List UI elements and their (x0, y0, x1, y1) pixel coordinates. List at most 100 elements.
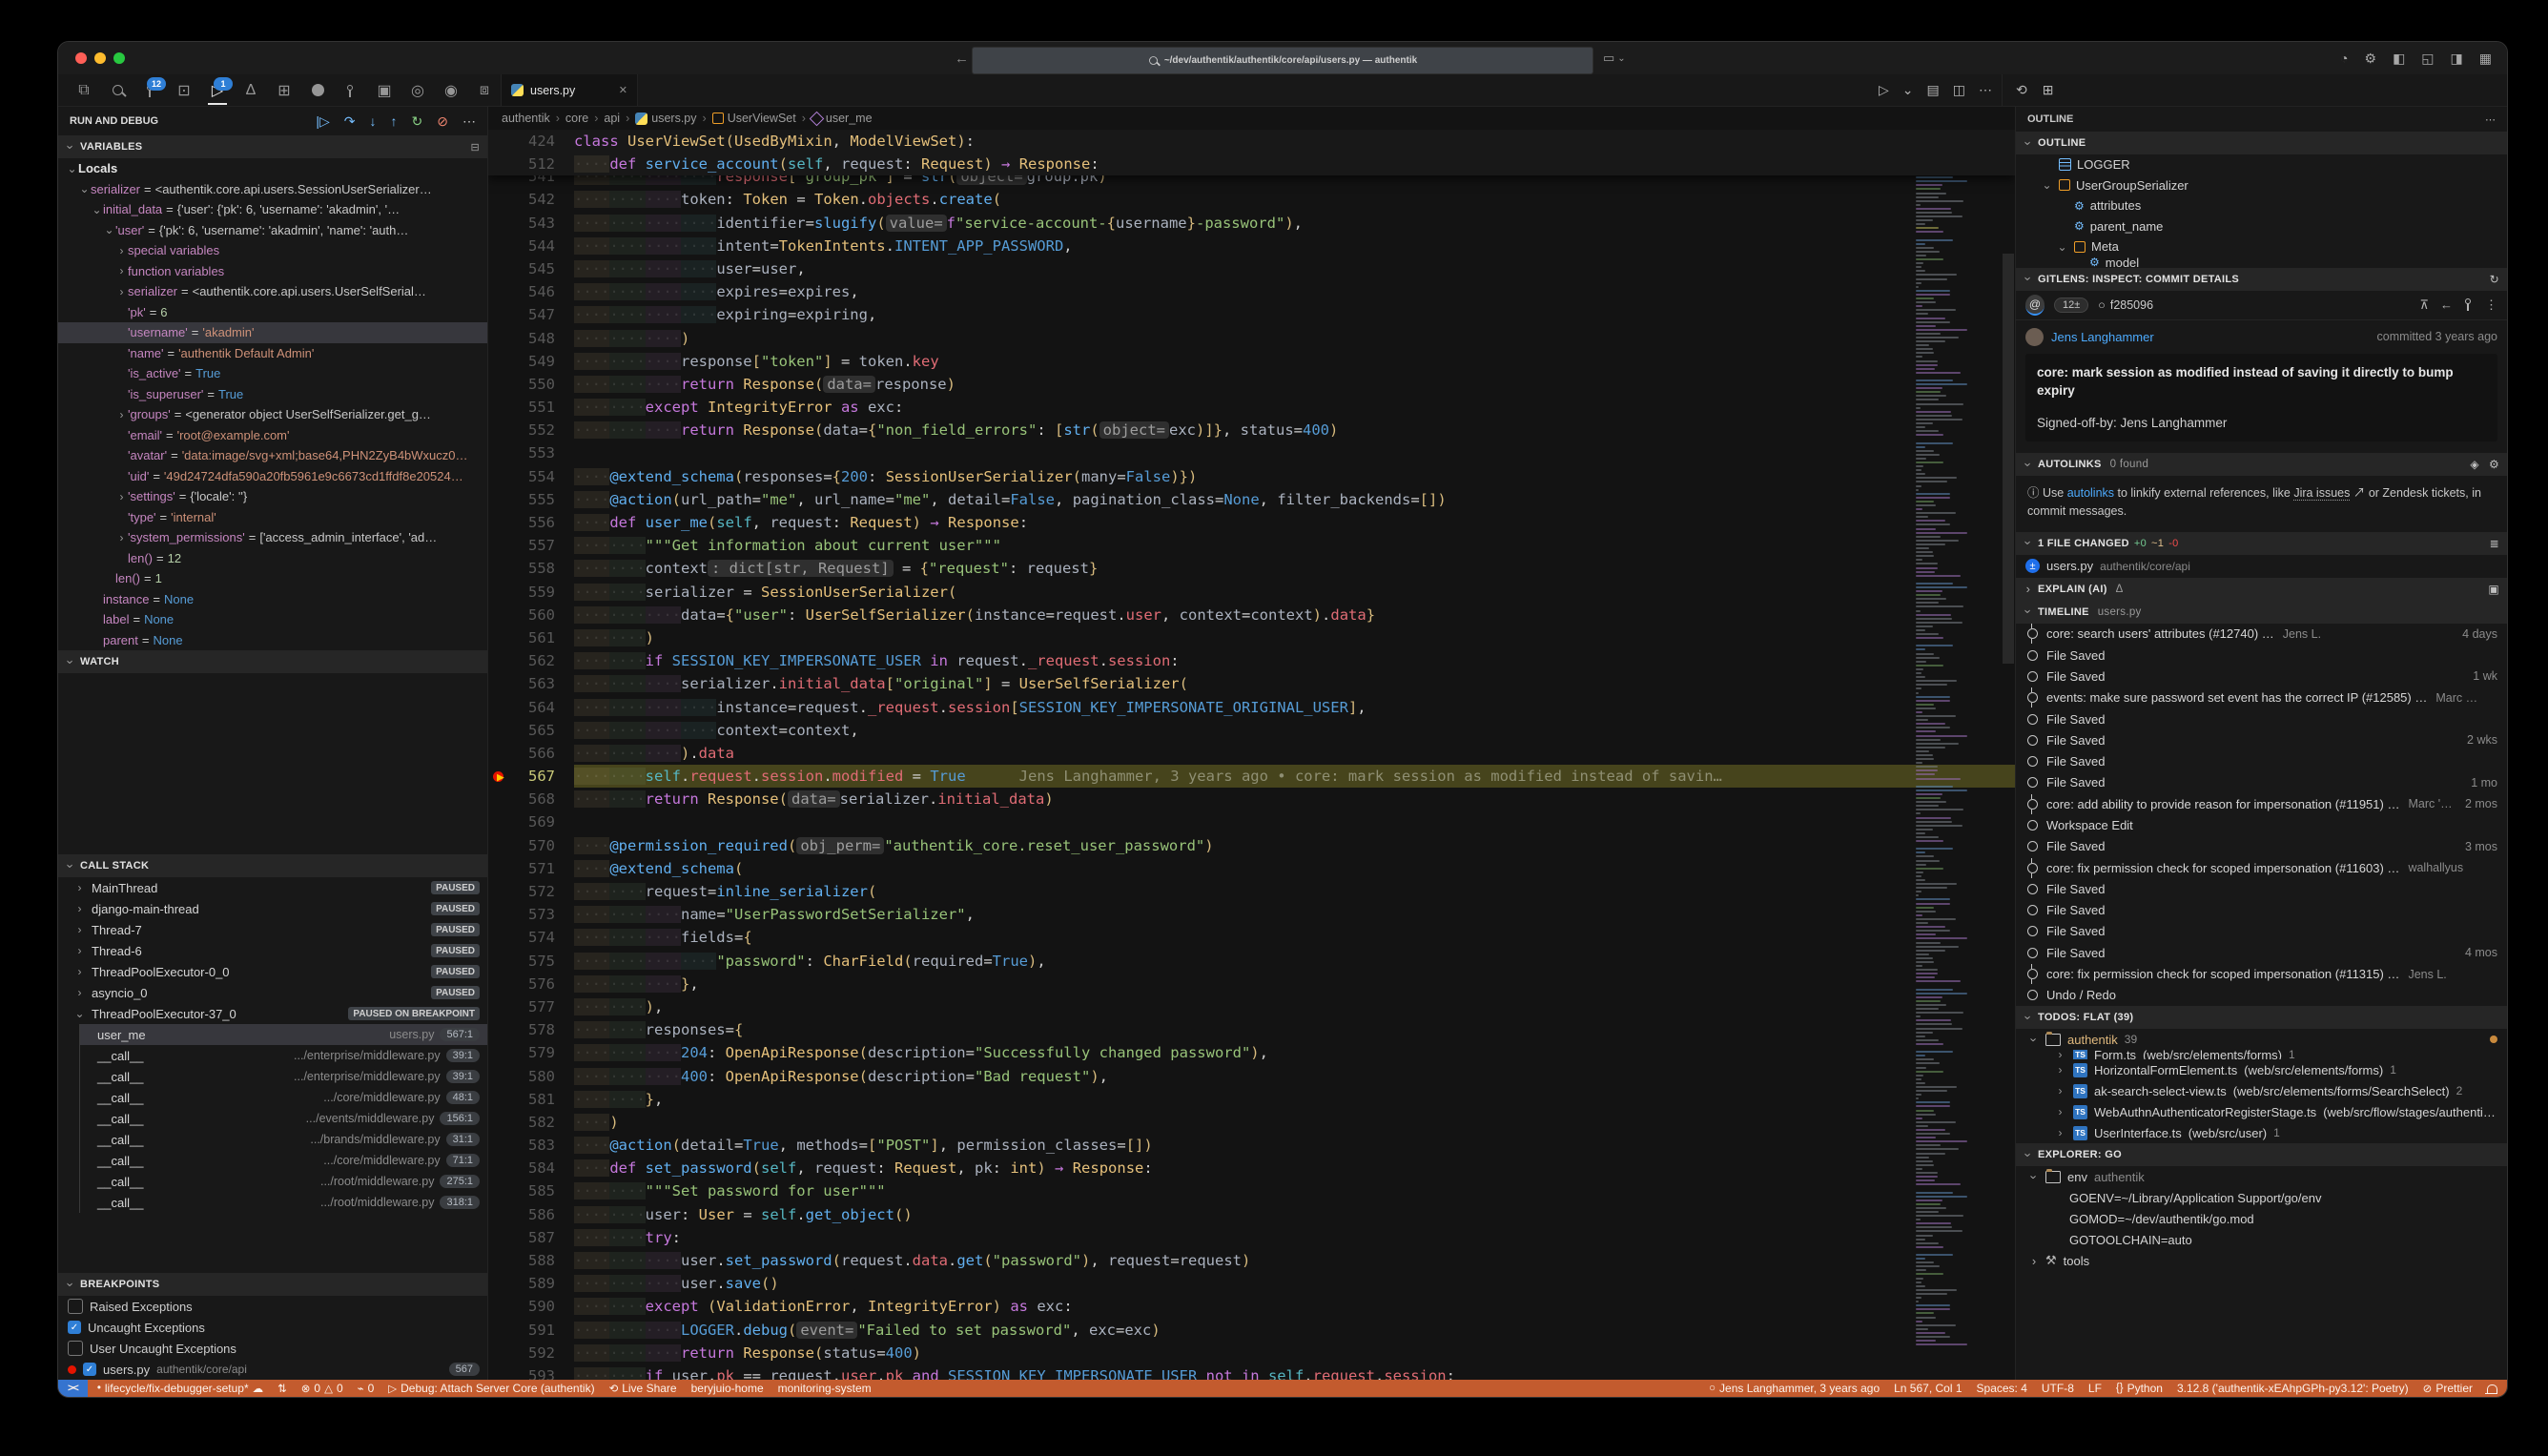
gutter-breakpoint-area[interactable] (488, 534, 513, 557)
gutter-breakpoint-area[interactable] (488, 396, 513, 419)
status-bar-item[interactable]: ⇅ (277, 1382, 287, 1395)
status-bar-item[interactable]: ⟲Live Share (609, 1382, 677, 1395)
timeline-item[interactable]: core: fix permission check for scoped im… (2016, 857, 2507, 878)
gutter-breakpoint-area[interactable] (488, 973, 513, 995)
gutter-breakpoint-area[interactable] (488, 350, 513, 373)
code-line[interactable]: 552············return Response(data={"no… (488, 419, 2015, 441)
gutter-breakpoint-area[interactable] (488, 1249, 513, 1272)
changed-file-row[interactable]: ± users.py authentik/core/api (2016, 555, 2507, 578)
pull-request-icon[interactable] (339, 76, 363, 105)
stash-badge[interactable]: 12± (2054, 297, 2088, 313)
minimap[interactable] (1912, 130, 2000, 1380)
code-line[interactable]: 543················identifier=slugify(va… (488, 212, 2015, 235)
disconnect-icon[interactable]: ⊘ (437, 113, 448, 130)
gutter-breakpoint-area[interactable] (488, 130, 513, 153)
breadcrumb-item[interactable]: authentik (502, 112, 550, 125)
close-icon[interactable]: ✕ (619, 84, 627, 96)
stack-frame-row[interactable]: __call__.../enterprise/middleware.py39:1 (80, 1045, 487, 1066)
gutter-breakpoint-area[interactable] (488, 1018, 513, 1041)
gutter-breakpoint-area[interactable] (488, 212, 513, 235)
timeline-item[interactable]: File Saved4 mos (2016, 942, 2507, 963)
timeline-item[interactable]: File Saved1 mo (2016, 772, 2507, 793)
timeline-item[interactable]: File Saved (2016, 921, 2507, 942)
code-line[interactable]: 556····def user_me(self, request: Reques… (488, 511, 2015, 534)
gutter-breakpoint-area[interactable] (488, 557, 513, 580)
thread-row[interactable]: ›asyncio_0PAUSED (58, 982, 487, 1003)
stack-frame-row[interactable]: __call__.../root/middleware.py318:1 (80, 1192, 487, 1213)
todo-file-row[interactable]: ›TSWebAuthnAuthenticatorRegisterStage.ts… (2016, 1101, 2507, 1122)
timeline-item[interactable]: core: add ability to provide reason for … (2016, 793, 2507, 814)
history-icon[interactable]: ⟲ (2016, 82, 2027, 98)
status-bar-item[interactable]: Spaces: 4 (1977, 1382, 2027, 1395)
code-line[interactable]: 551········except IntegrityError as exc: (488, 396, 2015, 419)
gutter-breakpoint-area[interactable] (488, 303, 513, 326)
code-line[interactable]: 554····@extend_schema(responses={200: Se… (488, 465, 2015, 488)
outline-item[interactable]: ⚙model (2016, 257, 2507, 268)
code-line[interactable]: 586········user: User = self.get_object(… (488, 1203, 2015, 1226)
tab-users-py[interactable]: users.py ✕ (502, 74, 638, 106)
status-bar-item[interactable]: monitoring-system (778, 1382, 872, 1395)
gitlens-icon[interactable]: ◎ (405, 76, 430, 105)
extensions-icon[interactable]: ⊞ (272, 76, 297, 105)
gutter-breakpoint-area[interactable] (488, 810, 513, 833)
thread-row[interactable]: ›MainThreadPAUSED (58, 877, 487, 898)
watch-section-header[interactable]: › WATCH (58, 650, 487, 673)
variable-row[interactable]: 'uid'='49d24724dfa590a20fb5961e9c6673cd1… (58, 466, 487, 487)
gutter-breakpoint-area[interactable] (488, 857, 513, 880)
gutter-breakpoint-area[interactable] (488, 280, 513, 303)
status-bar-item[interactable]: 3.12.8 ('authentik-xEAhpGPh-py3.12': Poe… (2177, 1382, 2409, 1395)
layout-sidebar-left-icon[interactable]: ◧ (2393, 51, 2405, 67)
timeline-item[interactable]: File Saved (2016, 750, 2507, 771)
gutter-breakpoint-area[interactable] (488, 834, 513, 857)
status-bar-item[interactable]: ⊗0△0 (301, 1382, 343, 1395)
continue-icon[interactable]: |▷ (316, 113, 329, 130)
back-icon[interactable]: ← (2440, 297, 2453, 313)
breadcrumb-item[interactable]: api (604, 112, 620, 125)
outline-section-header[interactable]: › OUTLINE (2016, 132, 2507, 154)
outline-item[interactable]: LOGGER (2016, 154, 2507, 175)
settings-gear-icon[interactable]: ⚙ (2365, 51, 2377, 67)
code-line[interactable]: 585········"""Set password for user""" (488, 1179, 2015, 1202)
code-line[interactable]: 578········responses={ (488, 1018, 2015, 1041)
breakpoint-row[interactable]: ✓users.pyauthentik/core/api567 (58, 1359, 487, 1380)
gutter-breakpoint-area[interactable] (488, 1111, 513, 1134)
explorer-icon[interactable]: ⧉ (72, 76, 96, 105)
stack-frame-row[interactable]: __call__.../brands/middleware.py31:1 (80, 1129, 487, 1150)
variable-row[interactable]: 'avatar'='data:image/svg+xml;base64,PHN2… (58, 445, 487, 466)
breakpoint-checkbox[interactable] (68, 1299, 83, 1314)
gutter-breakpoint-area[interactable] (488, 626, 513, 649)
gutter-breakpoint-area[interactable] (488, 441, 513, 464)
gutter-breakpoint-area[interactable] (488, 1272, 513, 1295)
gutter-breakpoint-area[interactable] (488, 175, 513, 188)
variable-row[interactable]: ›function variables (58, 261, 487, 282)
stack-frame-row[interactable]: __call__.../core/middleware.py48:1 (80, 1087, 487, 1108)
code-line[interactable]: 565················context=context, (488, 719, 2015, 742)
todo-root-row[interactable]: › authentik 39 (2016, 1029, 2507, 1050)
code-line[interactable]: 572········request=inline_serializer( (488, 880, 2015, 903)
code-line[interactable]: 589············user.save() (488, 1272, 2015, 1295)
feedback-icon[interactable]: ▣ (2488, 583, 2499, 596)
code-line[interactable]: 588············user.set_password(request… (488, 1249, 2015, 1272)
code-line[interactable]: 555····@action(url_path="me", url_name="… (488, 488, 2015, 511)
code-line[interactable]: 575················"password": CharField… (488, 950, 2015, 973)
stack-frame-row[interactable]: __call__.../core/middleware.py71:1 (80, 1150, 487, 1171)
autolinks-link[interactable]: autolinks (2067, 486, 2114, 500)
variable-row[interactable]: ›special variables (58, 240, 487, 261)
code-line[interactable]: 566············).data (488, 742, 2015, 765)
scrollbar[interactable] (2002, 130, 2015, 1380)
gutter-breakpoint-area[interactable] (488, 1088, 513, 1111)
thread-row[interactable]: ⌄ThreadPoolExecutor-37_0PAUSED ON BREAKP… (58, 1003, 487, 1024)
variable-row[interactable]: 'email'='root@example.com' (58, 425, 487, 446)
code-line[interactable]: 560············data={"user": UserSelfSer… (488, 604, 2015, 626)
gutter-breakpoint-area[interactable] (488, 1342, 513, 1364)
timeline-item[interactable]: File Saved (2016, 708, 2507, 729)
breadcrumb-item[interactable]: user_me (812, 112, 873, 125)
gutter-breakpoint-area[interactable] (488, 788, 513, 810)
status-bar-item[interactable]: ▷Debug: Attach Server Core (authentik) (388, 1382, 594, 1395)
status-bar-item[interactable]: beryjuio-home (691, 1382, 764, 1395)
status-bar-item[interactable]: ○Jens Langhammer, 3 years ago (1709, 1382, 1880, 1395)
code-line[interactable]: 553 (488, 441, 2015, 464)
gutter-breakpoint-area[interactable] (488, 995, 513, 1018)
gutter-breakpoint-area[interactable] (488, 903, 513, 926)
github-icon[interactable] (305, 76, 330, 105)
